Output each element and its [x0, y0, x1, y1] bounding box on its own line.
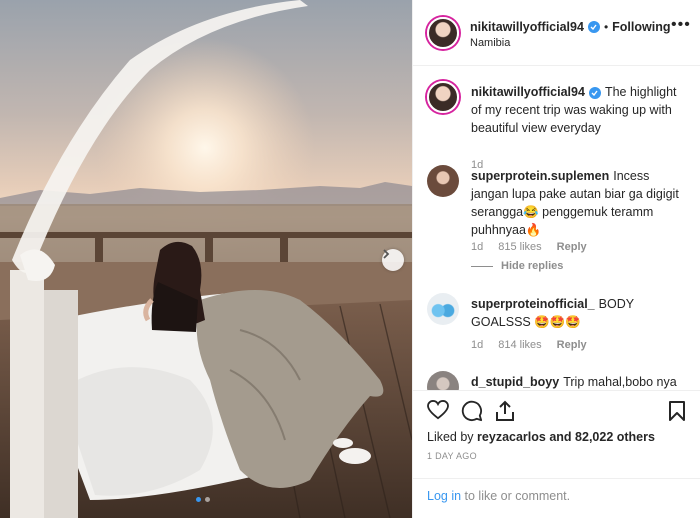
- header-user-row: nikitawillyofficial94 • Following: [470, 20, 670, 34]
- bookmark-icon[interactable]: [668, 400, 686, 422]
- comment-username[interactable]: d_stupid_boyy: [471, 375, 559, 389]
- carousel-dots: [196, 497, 210, 502]
- post-author-username[interactable]: nikitawillyofficial94: [470, 20, 584, 34]
- caption-text-block: nikitawillyofficial94 The highlight of my…: [471, 83, 689, 137]
- login-link[interactable]: Log in: [427, 489, 461, 503]
- login-suffix: to like or comment.: [461, 489, 571, 503]
- comment-text-block: superproteinofficial_ BODY GOALSSS 🤩🤩🤩: [471, 295, 689, 331]
- share-icon[interactable]: [495, 400, 515, 422]
- comment-icon[interactable]: [461, 400, 483, 422]
- divider: [471, 265, 493, 267]
- post-sidebar: nikitawillyofficial94 • Following Namibi…: [412, 0, 700, 518]
- comment-likes[interactable]: 814 likes: [498, 339, 541, 351]
- comment-meta: 1d 815 likes Reply: [471, 241, 587, 253]
- hide-replies-button[interactable]: Hide replies: [471, 260, 563, 272]
- caption-username[interactable]: nikitawillyofficial94: [471, 85, 585, 99]
- following-button[interactable]: Following: [612, 20, 670, 34]
- comment-text-block: superprotein.suplemen Incess jangan lupa …: [471, 167, 689, 239]
- verified-badge-icon: [588, 87, 601, 99]
- post-timestamp[interactable]: 1 DAY AGO: [427, 451, 477, 461]
- comment-username[interactable]: superprotein.suplemen: [471, 169, 609, 183]
- more-options-button[interactable]: •••: [671, 17, 691, 33]
- comment-text-block: d_stupid_boyyTrip mahal,bobo nya di: [471, 373, 689, 390]
- carousel-dot: [205, 497, 210, 502]
- comment-meta: 1d 814 likes Reply: [471, 339, 587, 351]
- action-bar: Liked by reyzacarlos and 82,022 others 1…: [413, 390, 700, 478]
- separator-dot: •: [603, 20, 609, 34]
- reply-button[interactable]: Reply: [557, 241, 587, 253]
- hide-replies-label: Hide replies: [501, 260, 564, 272]
- avatar[interactable]: [427, 17, 459, 49]
- likes-summary: Liked by reyzacarlos and 82,022 others: [427, 430, 655, 444]
- liked-by-user[interactable]: reyzacarlos: [477, 430, 546, 444]
- verified-badge-icon: [587, 21, 600, 33]
- avatar[interactable]: [427, 371, 459, 390]
- next-photo-button[interactable]: [382, 249, 404, 271]
- post-location[interactable]: Namibia: [470, 37, 510, 49]
- liked-by-prefix: Liked by: [427, 430, 474, 444]
- reply-button[interactable]: Reply: [557, 339, 587, 351]
- heart-icon[interactable]: [427, 400, 449, 420]
- avatar[interactable]: [427, 81, 459, 113]
- comment-age[interactable]: 1d: [471, 241, 483, 253]
- post-header: nikitawillyofficial94 • Following Namibi…: [413, 0, 700, 66]
- login-prompt: Log in to like or comment.: [413, 478, 700, 518]
- liked-by-count[interactable]: and 82,022 others: [549, 430, 655, 444]
- avatar[interactable]: [427, 165, 459, 197]
- post-photo[interactable]: [0, 0, 412, 518]
- photo-scene: [0, 0, 412, 518]
- comment-username[interactable]: superproteinofficial_: [471, 297, 595, 311]
- comments-list[interactable]: nikitawillyofficial94 The highlight of my…: [413, 67, 700, 390]
- comment-age[interactable]: 1d: [471, 339, 483, 351]
- carousel-dot-active: [196, 497, 201, 502]
- avatar[interactable]: [427, 293, 459, 325]
- comment-likes[interactable]: 815 likes: [498, 241, 541, 253]
- chevron-right-icon: [383, 249, 390, 259]
